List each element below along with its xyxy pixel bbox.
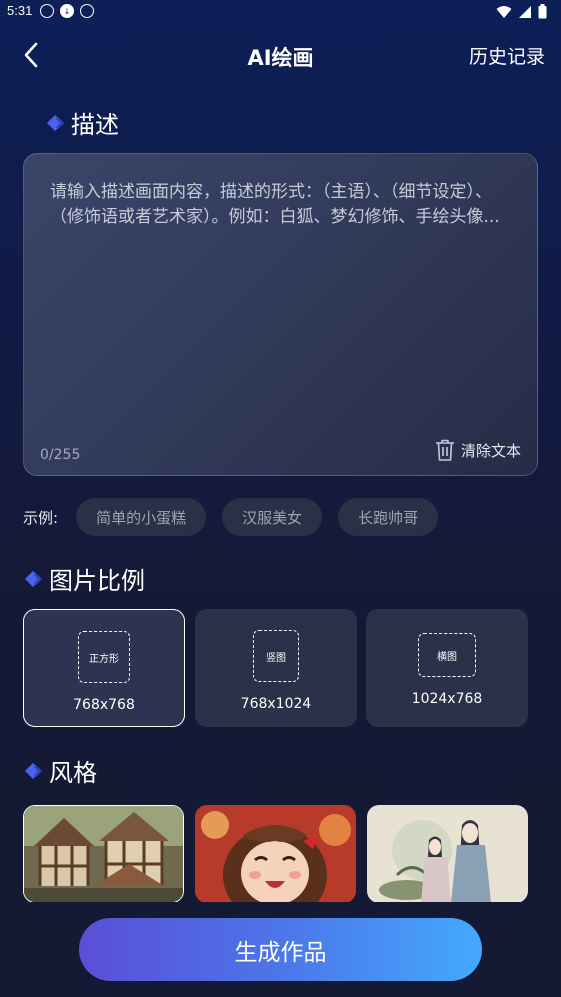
download-icon: ↓ — [60, 4, 74, 18]
ratio-frame: 竖图 — [253, 630, 299, 682]
signal-icon — [519, 5, 531, 18]
history-link[interactable]: 历史记录 — [469, 42, 545, 69]
ratio-option-landscape[interactable]: 横图 1024x768 — [366, 609, 528, 727]
status-time: 5:31 — [7, 3, 33, 18]
ratio-frame-label: 竖图 — [266, 652, 286, 664]
example-chip[interactable]: 汉服美女 — [222, 498, 323, 536]
anime-thumbnail — [195, 805, 356, 903]
diamond-icon — [47, 114, 64, 131]
ratio-frame: 正方形 — [78, 631, 130, 683]
ratio-size: 768x768 — [73, 697, 135, 713]
example-chip[interactable]: 简单的小蛋糕 — [76, 498, 207, 536]
description-placeholder: 请输入描述画面内容，描述的形式：（主语）、（细节设定）、（修饰语或者艺术家）。例… — [50, 182, 500, 227]
section-title-text: 图片比例 — [49, 567, 145, 595]
village-thumbnail — [24, 806, 183, 902]
ratio-frame-label: 正方形 — [89, 653, 119, 665]
section-title-ratio: 图片比例 — [25, 561, 145, 596]
diamond-icon — [25, 570, 42, 587]
battery-icon — [538, 4, 547, 19]
ratio-frame: 横图 — [418, 633, 476, 677]
ratio-frame-label: 横图 — [437, 651, 457, 663]
ratio-option-square[interactable]: 正方形 768x768 — [23, 609, 185, 727]
character-counter: 0/255 — [40, 447, 81, 463]
status-bar: 5:31 ↓ — [0, 0, 561, 24]
diamond-icon — [25, 762, 42, 779]
examples-label: 示例: — [23, 508, 59, 527]
status-system-icons — [496, 4, 547, 19]
clear-text-label: 清除文本 — [460, 441, 521, 460]
generate-button[interactable]: 生成作品 — [79, 918, 482, 981]
example-chip[interactable]: 长跑帅哥 — [338, 498, 439, 536]
wifi-icon — [496, 5, 512, 18]
trash-icon — [435, 439, 454, 461]
shield-icon — [40, 4, 54, 18]
section-title-text: 描述 — [71, 111, 119, 139]
description-input[interactable]: 请输入描述画面内容，描述的形式：（主语）、（细节设定）、（修饰语或者艺术家）。例… — [23, 153, 538, 476]
style-option-village[interactable] — [23, 805, 184, 903]
ratio-size: 768x1024 — [240, 696, 312, 712]
section-title-text: 风格 — [49, 759, 97, 787]
vpn-icon — [80, 4, 94, 18]
section-title-description: 描述 — [47, 105, 119, 140]
style-option-ink[interactable] — [367, 805, 528, 903]
ratio-option-portrait[interactable]: 竖图 768x1024 — [195, 609, 357, 727]
ink-painting-thumbnail — [367, 805, 528, 903]
status-notification-icons: ↓ — [40, 4, 94, 18]
clear-text-button[interactable]: 清除文本 — [435, 439, 521, 461]
examples-row: 示例: 简单的小蛋糕 汉服美女 长跑帅哥 — [23, 497, 439, 537]
style-option-anime[interactable] — [195, 805, 356, 903]
app-header: AI绘画 历史记录 — [0, 30, 561, 80]
ratio-size: 1024x768 — [411, 691, 483, 707]
section-title-style: 风格 — [25, 753, 97, 788]
